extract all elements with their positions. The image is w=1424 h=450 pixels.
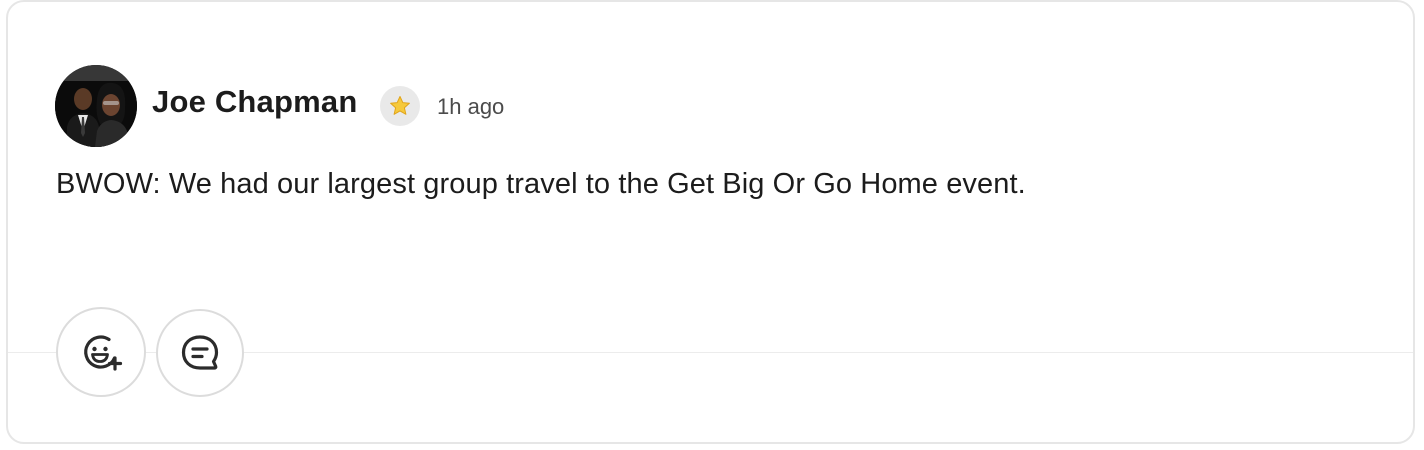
comment-button[interactable] <box>156 309 244 397</box>
avatar[interactable] <box>55 65 137 147</box>
avatar-image <box>55 65 137 147</box>
add-reaction-button[interactable] <box>56 307 146 397</box>
emoji-add-icon <box>84 335 123 371</box>
post-card: Joe Chapman 1h ago BWOW: We had our larg… <box>6 0 1415 444</box>
comment-icon <box>181 335 219 370</box>
badge <box>380 86 420 126</box>
author-name[interactable]: Joe Chapman <box>152 84 357 120</box>
post-body: BWOW: We had our largest group travel to… <box>56 168 1026 200</box>
post-timestamp: 1h ago <box>437 94 505 119</box>
star-icon <box>390 96 410 115</box>
